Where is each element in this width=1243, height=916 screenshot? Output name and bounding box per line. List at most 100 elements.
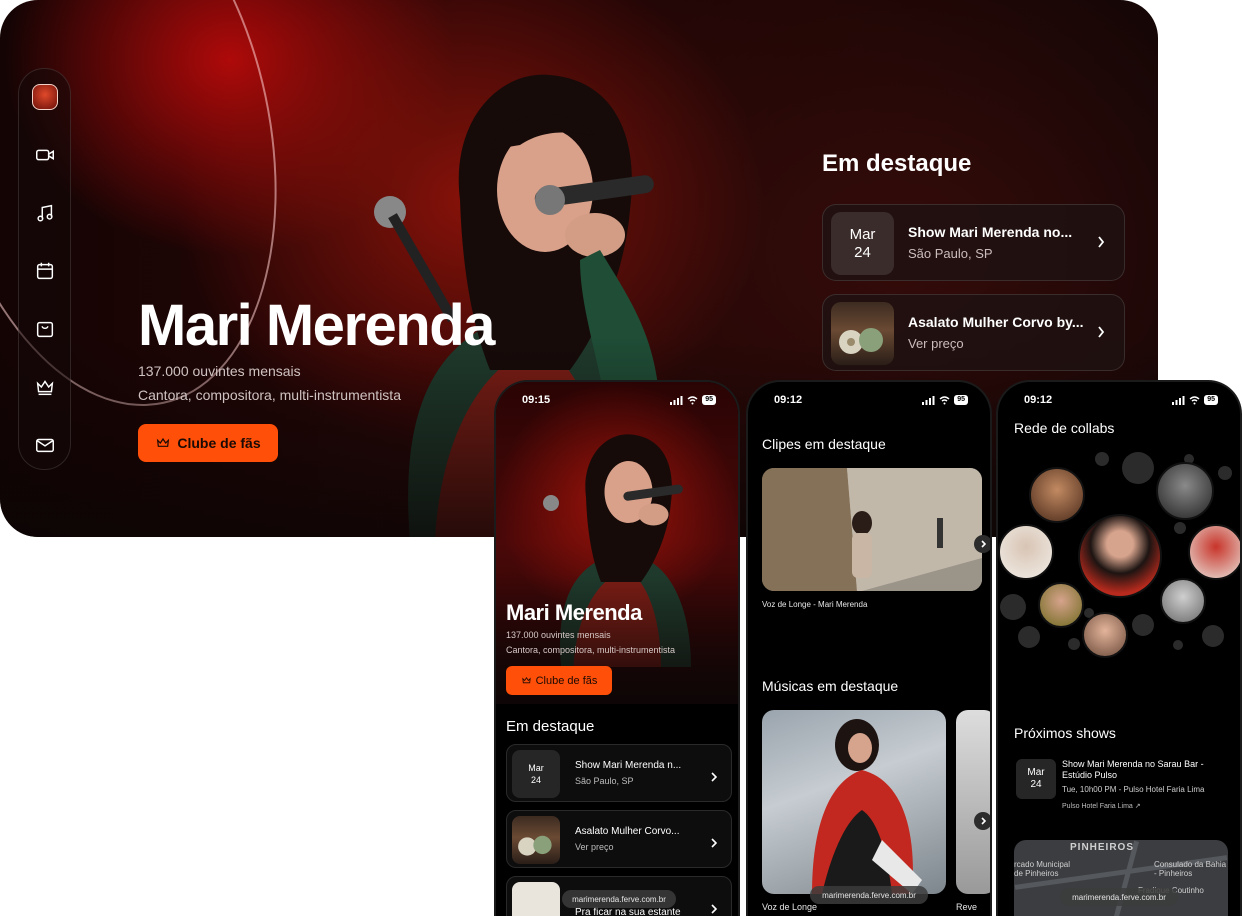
crown-icon[interactable] <box>34 376 56 398</box>
collab-avatar[interactable] <box>1029 467 1085 523</box>
collab-avatar[interactable] <box>1082 612 1128 658</box>
upcoming-shows-title: Próximos shows <box>1014 725 1116 741</box>
featured-card-show[interactable]: Mar 24 Show Mari Merenda no... São Paulo… <box>822 204 1125 281</box>
artist-name: Mari Merenda <box>506 600 642 625</box>
network-bubble <box>1173 640 1183 650</box>
featured-name: Show Mari Merenda n... <box>575 760 682 771</box>
music-icon[interactable] <box>34 202 56 224</box>
network-bubble <box>1000 594 1026 620</box>
featured-card-product[interactable]: Asalato Mulher Corvo by... Ver preço <box>822 294 1125 371</box>
chevron-right-icon <box>980 817 986 825</box>
featured-card-show[interactable]: Mar 24 Show Mari Merenda n... São Paulo,… <box>506 744 732 802</box>
collab-avatar[interactable] <box>1038 582 1084 628</box>
collab-avatar[interactable] <box>1160 578 1206 624</box>
fan-club-button[interactable]: Clube de fãs <box>506 666 612 695</box>
date-month: Mar <box>1027 767 1045 778</box>
mail-icon[interactable] <box>34 434 56 456</box>
network-bubble <box>1174 522 1186 534</box>
status-time: 09:12 <box>1024 394 1053 406</box>
video-icon[interactable] <box>34 144 56 166</box>
chevron-right-icon <box>711 835 718 848</box>
collab-avatar[interactable] <box>1188 524 1240 580</box>
collab-avatar-main[interactable] <box>1078 514 1162 598</box>
fan-club-label: Clube de fãs <box>535 674 598 687</box>
battery-icon: 95 <box>702 395 716 405</box>
date-badge: Mar 24 <box>1016 759 1056 799</box>
map-label: rcado Municipal de Pinheiros <box>1014 860 1071 878</box>
fan-club-button[interactable]: Clube de fãs <box>138 424 278 462</box>
song-thumbnail-next[interactable] <box>956 710 990 894</box>
signal-icon <box>670 395 683 405</box>
chevron-right-icon <box>711 901 718 914</box>
phone-home: 09:15 95 Mari Merenda 137.000 ouvintes m… <box>494 380 740 916</box>
phone-hero <box>496 382 738 704</box>
product-thumbnail <box>831 302 894 365</box>
featured-meta: Ver preço <box>908 336 964 351</box>
shopping-bag-icon[interactable] <box>34 318 56 340</box>
date-day: 24 <box>854 243 871 261</box>
collabs-title: Rede de collabs <box>1014 420 1115 436</box>
chevron-right-icon <box>1096 324 1106 340</box>
network-bubble <box>1202 625 1224 647</box>
monthly-listeners: 137.000 ouvintes mensais <box>506 630 611 640</box>
featured-meta: São Paulo, SP <box>575 776 634 786</box>
chevron-right-icon <box>711 769 718 782</box>
phone-media: 09:12 95 Clipes em destaque Voz de Longe… <box>746 380 992 916</box>
clip-caption: Voz de Longe - Mari Merenda <box>762 600 868 609</box>
featured-name: Asalato Mulher Corvo... <box>575 826 680 837</box>
map-label: PINHEIROS <box>1070 842 1135 853</box>
featured-title: Em destaque <box>822 150 972 177</box>
network-bubble <box>1018 626 1040 648</box>
songs-title: Músicas em destaque <box>762 678 899 694</box>
venue-link[interactable]: Pulso Hotel Faria Lima ↗ <box>1062 802 1141 810</box>
song-caption: Voz de Longe <box>762 902 818 912</box>
clips-title: Clipes em destaque <box>762 436 886 452</box>
status-bar: 09:12 95 <box>998 394 1240 410</box>
date-badge: Mar 24 <box>831 212 894 275</box>
signal-icon <box>1172 395 1185 405</box>
url-bar[interactable]: marimerenda.ferve.com.br <box>1060 888 1178 906</box>
battery-icon: 95 <box>1204 395 1218 405</box>
carousel-next-button[interactable] <box>974 535 990 553</box>
date-badge: Mar 24 <box>512 750 560 798</box>
artist-description: Cantora, compositora, multi-instrumentis… <box>506 645 676 655</box>
network-bubble <box>1095 452 1109 466</box>
wifi-icon <box>1189 395 1200 405</box>
artist-name: Mari Merenda <box>138 293 495 358</box>
signal-icon <box>922 395 935 405</box>
featured-title: Em destaque <box>506 718 595 735</box>
artist-description: Cantora, compositora, multi-instrumentis… <box>138 387 401 403</box>
status-time: 09:12 <box>774 394 803 406</box>
network-bubble <box>1122 452 1154 484</box>
map-label: Consulado da Bahia - Pinheiros <box>1154 860 1227 878</box>
featured-name: Show Mari Merenda no... <box>908 224 1073 240</box>
featured-card-product[interactable]: Asalato Mulher Corvo... Ver preço <box>506 810 732 868</box>
url-bar[interactable]: marimerenda.ferve.com.br <box>562 890 676 908</box>
wifi-icon <box>939 395 950 405</box>
battery-icon: 95 <box>954 395 968 405</box>
chevron-right-icon <box>1096 234 1106 250</box>
song-thumbnail[interactable] <box>762 710 946 894</box>
date-day: 24 <box>1030 779 1042 790</box>
network-bubble <box>1068 638 1080 650</box>
collab-avatar[interactable] <box>998 524 1054 580</box>
crown-icon <box>521 677 531 684</box>
show-title[interactable]: Show Mari Merenda no Sarau Bar - Estúdio… <box>1062 759 1232 781</box>
book-thumbnail <box>512 882 560 916</box>
featured-meta: Ver preço <box>575 842 614 852</box>
url-bar[interactable]: marimerenda.ferve.com.br <box>810 886 928 904</box>
date-month: Mar <box>528 763 544 773</box>
collab-avatar[interactable] <box>1156 462 1214 520</box>
crown-icon <box>157 437 170 447</box>
featured-name: Pra ficar na sua estante <box>575 907 681 916</box>
carousel-next-button[interactable] <box>974 812 990 830</box>
sidebar-nav <box>18 68 71 470</box>
featured-name: Asalato Mulher Corvo by... <box>908 314 1084 330</box>
clip-thumbnail[interactable] <box>762 468 982 591</box>
artist-avatar[interactable] <box>32 84 58 110</box>
date-day: 24 <box>530 775 541 785</box>
fan-club-label: Clube de fãs <box>177 435 261 451</box>
calendar-icon[interactable] <box>34 260 56 282</box>
chevron-right-icon <box>980 540 986 548</box>
network-bubble <box>1132 614 1154 636</box>
